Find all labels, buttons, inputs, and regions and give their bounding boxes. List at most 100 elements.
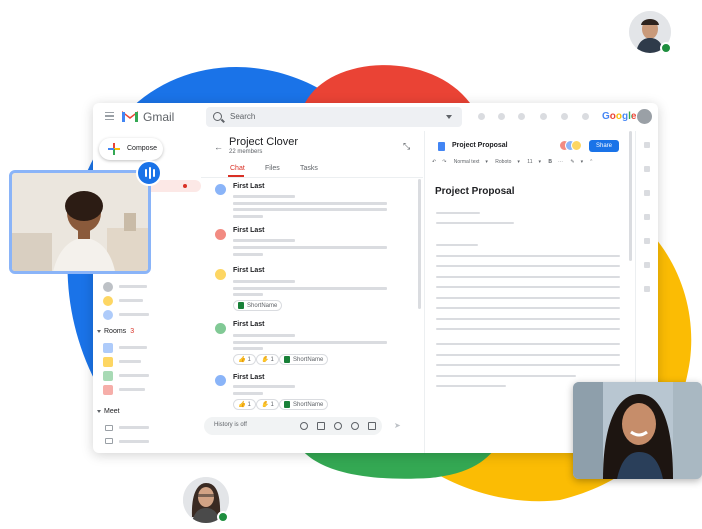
tab-chat[interactable]: Chat xyxy=(230,165,245,172)
nav-avatar[interactable] xyxy=(103,310,113,320)
arrow-left-icon[interactable]: ← xyxy=(214,142,223,152)
room-icon[interactable] xyxy=(103,343,113,353)
font-dropdown[interactable]: Roboto xyxy=(495,159,511,165)
emoji-icon[interactable] xyxy=(300,422,308,430)
room-icon[interactable] xyxy=(103,371,113,381)
upload-icon[interactable] xyxy=(317,422,325,430)
chat-scrollbar[interactable] xyxy=(418,179,421,309)
meet-section-header[interactable]: Meet xyxy=(97,408,120,415)
apps-grid-icon[interactable] xyxy=(582,113,589,120)
doc-text-line xyxy=(436,343,620,345)
tab-files[interactable]: Files xyxy=(265,165,280,172)
doc-text-line xyxy=(436,297,620,299)
doc-text-line xyxy=(436,328,620,330)
undo-icon[interactable]: ↶ xyxy=(432,159,436,165)
size-dropdown[interactable]: 11 xyxy=(527,159,532,165)
reaction-chip[interactable]: ✋ 1 xyxy=(256,354,279,365)
calendar-icon[interactable] xyxy=(644,142,650,148)
reaction-chip[interactable]: ✋ 1 xyxy=(256,399,279,410)
chevron-down-icon[interactable] xyxy=(446,115,452,119)
plus-icon xyxy=(108,143,120,155)
chevron-up-icon[interactable]: ⌃ xyxy=(589,159,593,165)
message-input[interactable]: History is off xyxy=(214,422,247,428)
doc-text-line xyxy=(436,265,620,267)
top-bar: Gmail Search Google xyxy=(93,103,658,131)
rooms-count-badge: 3 xyxy=(130,328,135,335)
pencil-icon[interactable]: ✎ xyxy=(570,159,574,165)
message-avatar[interactable] xyxy=(215,323,226,334)
chevron-down-icon[interactable]: ▾ xyxy=(485,159,488,165)
room-icon[interactable] xyxy=(103,385,113,395)
addon-icon[interactable] xyxy=(644,238,650,244)
video-tile-participant-2[interactable] xyxy=(573,382,702,479)
doc-text-line xyxy=(436,307,620,309)
tab-tasks[interactable]: Tasks xyxy=(300,165,318,172)
square-icon[interactable] xyxy=(518,113,525,120)
compose-label: Compose xyxy=(127,145,157,152)
attachment-chip[interactable]: ShortName xyxy=(279,399,329,410)
contacts-icon[interactable] xyxy=(644,214,650,220)
calendar-icon[interactable] xyxy=(368,422,376,430)
meet-item-label xyxy=(119,426,149,429)
reaction-chip[interactable]: 👍 1 xyxy=(233,354,256,365)
hamburger-icon[interactable] xyxy=(105,112,114,120)
doc-text-line xyxy=(436,244,478,246)
send-icon[interactable]: ➤ xyxy=(394,421,401,430)
expand-icon[interactable] xyxy=(644,286,650,292)
search-bar[interactable]: Search xyxy=(206,107,462,127)
doc-text-line xyxy=(436,364,620,366)
chevron-down-icon[interactable]: ▾ xyxy=(581,159,584,165)
gear-icon[interactable] xyxy=(561,113,568,120)
triangle-icon[interactable] xyxy=(498,113,505,120)
bold-button[interactable]: B xyxy=(548,159,552,165)
rooms-section-header[interactable]: Rooms 3 xyxy=(97,328,134,335)
chevron-down-icon[interactable]: ▾ xyxy=(539,159,542,165)
nav-avatar[interactable] xyxy=(103,282,113,292)
message-author: First Last xyxy=(233,267,265,274)
attachment-chip[interactable]: ShortName xyxy=(279,354,329,365)
message-text xyxy=(233,293,263,296)
message-text xyxy=(233,347,263,350)
account-avatar[interactable] xyxy=(637,109,652,124)
message-avatar[interactable] xyxy=(215,184,226,195)
message-avatar[interactable] xyxy=(215,269,226,280)
tasks-icon[interactable] xyxy=(644,190,650,196)
app-name: Gmail xyxy=(143,110,175,124)
redo-icon[interactable]: ↷ xyxy=(442,159,446,165)
keep-icon[interactable] xyxy=(644,166,650,172)
collaborator-avatars[interactable] xyxy=(559,140,582,151)
docs-icon xyxy=(438,142,445,151)
doc-title[interactable]: Project Proposal xyxy=(452,142,508,149)
message-composer[interactable]: History is off xyxy=(204,417,382,435)
participant-video xyxy=(12,173,148,271)
online-status-dot xyxy=(660,42,672,54)
video-camera-icon[interactable] xyxy=(105,425,113,431)
add-icon[interactable] xyxy=(644,262,650,268)
search-input[interactable]: Search xyxy=(230,112,255,121)
reaction-chip[interactable]: 👍 1 xyxy=(233,399,256,410)
room-member-count: 22 members xyxy=(229,149,263,155)
share-button[interactable]: Share xyxy=(589,140,619,152)
style-dropdown[interactable]: Normal text xyxy=(454,159,480,165)
calendar-icon[interactable] xyxy=(105,438,113,444)
status-icon[interactable] xyxy=(478,113,485,120)
nav-avatar[interactable] xyxy=(103,296,113,306)
attachment-chip[interactable]: ShortName xyxy=(233,300,283,311)
message-avatar[interactable] xyxy=(215,375,226,386)
message-text xyxy=(233,280,295,283)
more-icon[interactable]: ⋯ xyxy=(558,159,563,165)
compose-button[interactable]: Compose xyxy=(99,138,163,160)
room-icon[interactable] xyxy=(103,357,113,367)
drive-icon[interactable] xyxy=(334,422,342,430)
meet-icon[interactable] xyxy=(351,422,359,430)
room-title[interactable]: Project Clover xyxy=(229,136,298,148)
doc-scrollbar[interactable] xyxy=(629,131,632,261)
unread-dot xyxy=(183,184,187,188)
doc-text-line xyxy=(436,222,514,224)
message-avatar[interactable] xyxy=(215,229,226,240)
pin-icon[interactable]: ⤡ xyxy=(403,141,410,152)
video-tile-participant-1[interactable] xyxy=(9,170,151,274)
help-icon[interactable] xyxy=(540,113,547,120)
chevron-down-icon[interactable]: ▾ xyxy=(517,159,520,165)
sheets-icon xyxy=(238,302,244,309)
